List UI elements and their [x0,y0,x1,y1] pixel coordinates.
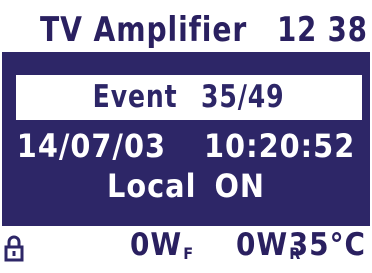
header-bar: TV Amplifier 12 38 [0,8,372,52]
clock-display: 12 38 [277,10,368,50]
event-description: Local ON [2,162,370,210]
status-bar: 0WF 0WR 35°C [0,226,372,264]
event-mode-label: Local [106,167,197,205]
screen-title: TV Amplifier [40,10,248,50]
forward-power-sub: F [183,244,195,263]
event-counter: 35/49 [201,79,285,115]
lcd-screen: TV Amplifier 12 38 Event 35/49 14/07/03 1… [0,0,372,264]
event-mode-state: ON [214,167,266,205]
reflected-power-value: 0W [236,227,289,263]
forward-power: 0WF [130,226,194,273]
padlock-icon [4,235,24,262]
forward-power-value: 0W [130,227,183,263]
event-header-box: Event 35/49 [16,75,362,120]
event-title: Event 35/49 [93,75,285,120]
event-label: Event [93,79,178,115]
event-panel: Event 35/49 14/07/03 10:20:52 Local ON [2,52,370,226]
temperature-readout: 35°C [288,227,366,263]
